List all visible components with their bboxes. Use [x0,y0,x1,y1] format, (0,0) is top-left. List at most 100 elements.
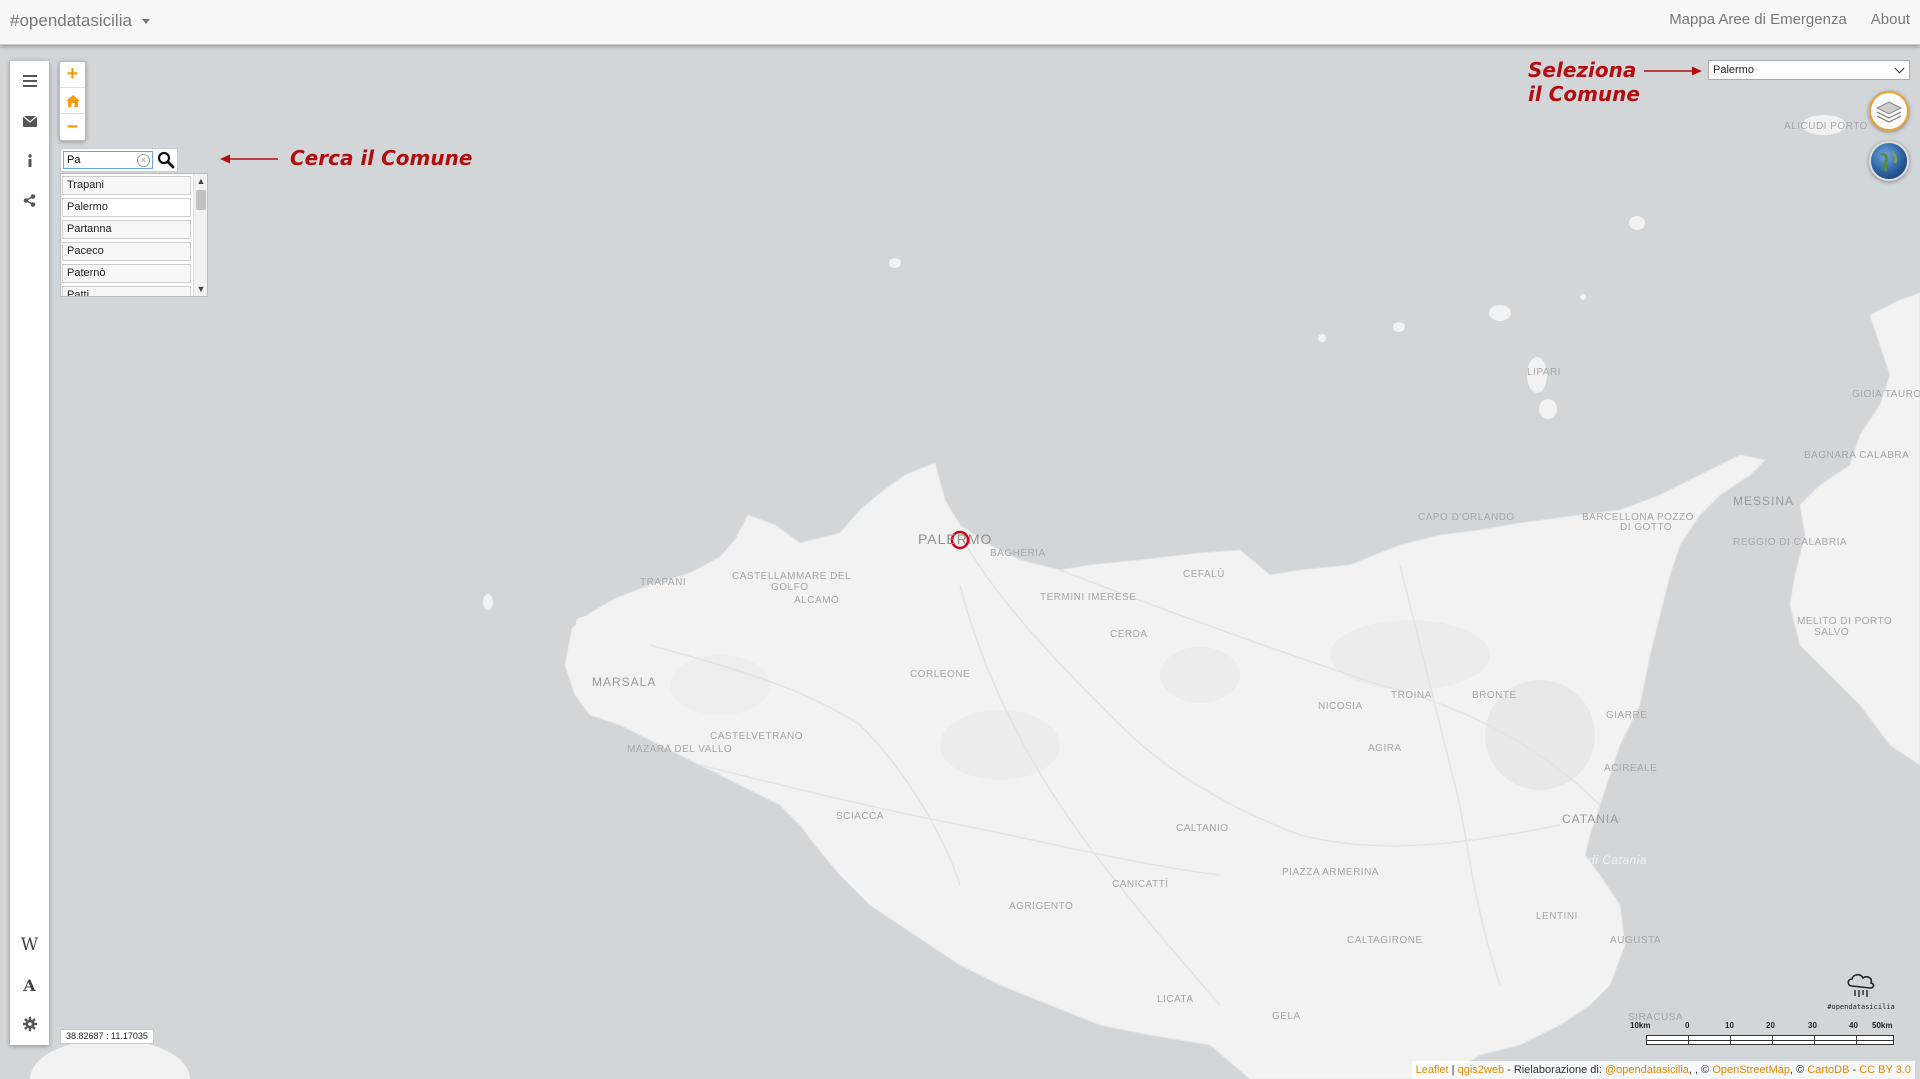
place-label: LIPARI [1527,367,1561,378]
annotation-select-line1: Seleziona [1528,58,1637,82]
search-result-item[interactable]: Trapani [62,176,191,195]
place-label: BAGHERIA [990,548,1046,559]
place-label: CALTAGIRONE [1347,935,1423,946]
comune-select[interactable]: Palermo [1708,60,1910,80]
brand-dropdown[interactable]: #opendatasicilia [10,11,150,31]
results-scrollbar[interactable]: ▲ ▼ [193,174,207,296]
place-label: CASTELVETRANO [710,731,803,742]
map-attribution: Leaflet | qgis2web - Rielaborazione di: … [1411,1061,1915,1079]
nav-link-about[interactable]: About [1871,11,1910,28]
place-label: TROINA [1391,690,1432,701]
island-stromboli-small [1489,305,1511,321]
chevron-down-icon [1894,63,1905,74]
scale-label: 20 [1766,1021,1775,1030]
caret-down-icon [141,18,150,24]
layers-icon [1875,101,1903,123]
place-label: CEFALÙ [1183,569,1225,580]
island-levanzo [612,637,628,647]
logo-text: #opendatasicilia [1827,1003,1895,1011]
search-result-item[interactable]: Paceco [62,242,191,261]
search-result-item[interactable]: Palermo [62,198,191,217]
place-label: LENTINI [1536,911,1578,922]
island-alicudi [889,258,901,268]
place-label: BRONTE [1472,690,1517,701]
info-icon[interactable] [10,143,49,177]
island-stromboli [1629,216,1645,230]
layers-button[interactable] [1869,91,1909,131]
home-button[interactable] [60,88,85,114]
scale-label: 10km [1630,1021,1651,1030]
mouse-coordinates: 38.82687 : 11.17035 [60,1029,154,1044]
zoom-in-button[interactable]: + [60,62,85,88]
place-label: CATANIA [1562,812,1620,826]
sicily-landmass [564,454,1767,1079]
place-label: CERDA [1110,629,1148,640]
author-link[interactable]: @opendatasicilia [1605,1064,1689,1076]
place-label: ALCAMO [794,595,840,606]
clear-search-icon[interactable]: × [137,154,150,167]
cloud-rain-icon [1847,973,1875,997]
font-icon[interactable]: A [10,968,49,1002]
search-button[interactable] [157,151,177,171]
brand-label: #opendatasicilia [10,11,132,30]
cartodb-link[interactable]: CartoDB [1807,1064,1849,1076]
search-result-item[interactable]: Paternò [62,264,191,283]
scroll-down-icon[interactable]: ▼ [194,282,207,296]
place-label: BAGNARA CALABRA [1804,450,1910,461]
search-result-item[interactable]: Patti [62,286,191,296]
place-label: ALICUDI PORTO [1784,121,1868,132]
envelope-icon[interactable] [10,104,49,138]
place-label: TRAPANI [640,577,687,588]
search-results-list: Trapani Palermo Partanna Paceco Paternò … [60,173,208,297]
wikipedia-icon[interactable]: W [10,928,49,962]
home-icon [65,94,80,107]
opendatasicilia-logo: #opendatasicilia [1820,972,1902,1011]
zoom-out-button[interactable]: − [60,114,85,140]
place-label: SALVO [1814,627,1850,638]
place-label: MAZARA DEL VALLO [627,744,733,755]
island-vulcano [1539,399,1557,419]
attribution-text: , © [1789,1064,1808,1076]
qgis2web-link[interactable]: qgis2web [1458,1064,1504,1076]
leaflet-link[interactable]: Leaflet [1416,1064,1449,1076]
annotation-search-comune: Cerca il Comune [290,146,473,170]
scroll-thumb[interactable] [196,190,206,210]
attribution-text: - Rielaborazione di: [1504,1064,1605,1076]
place-label: TERMINI IMERESE [1040,592,1137,603]
scale-label: 10 [1725,1021,1734,1030]
gear-icon[interactable] [10,1007,49,1041]
place-label: NICOSIA [1318,701,1363,712]
share-icon[interactable] [10,183,49,217]
place-label: SCIACCA [836,811,884,822]
search-icon [157,151,175,169]
place-label: GIARRE [1606,710,1648,721]
place-label: GELA [1272,1011,1301,1022]
annotation-select-line2: il Comune [1528,82,1640,106]
island-pantelleria [30,1039,190,1079]
search-control: × [60,148,178,172]
license-link[interactable]: CC BY 3.0 [1859,1064,1911,1076]
gulf-label: Golfo di [1280,1059,1326,1073]
place-label: CASTELLAMMARE DEL [732,571,852,582]
place-label: CALTANIO [1176,823,1229,834]
scale-bar-graphic [1646,1035,1894,1045]
nav-link-emergency-map[interactable]: Mappa Aree di Emergenza [1669,11,1847,28]
island-salina [1393,322,1405,332]
island-filicudi [1318,334,1326,342]
place-label: GOLFO [771,582,809,593]
place-label: AUGUSTA [1610,935,1662,946]
search-result-item[interactable]: Partanna [62,220,191,239]
place-label: MARSALA [592,675,657,689]
attribution-text: - [1849,1064,1860,1076]
gulf-label: Golfo di Catania [1553,853,1648,867]
attribution-separator: | [1448,1064,1458,1076]
place-label: AGRIGENTO [1009,901,1074,912]
basemap-globe-button[interactable] [1869,141,1909,181]
place-label: CAPO D'ORLANDO [1418,512,1515,523]
osm-link[interactable]: OpenStreetMap [1712,1064,1790,1076]
scroll-up-icon[interactable]: ▲ [194,174,207,188]
map-canvas[interactable]: PALERMO MESSINA CATANIA MARSALA BAGHERIA… [0,45,1920,1079]
menu-icon[interactable] [10,64,49,98]
scale-label: 40 [1849,1021,1858,1030]
calabria-landmass [1789,292,1920,766]
